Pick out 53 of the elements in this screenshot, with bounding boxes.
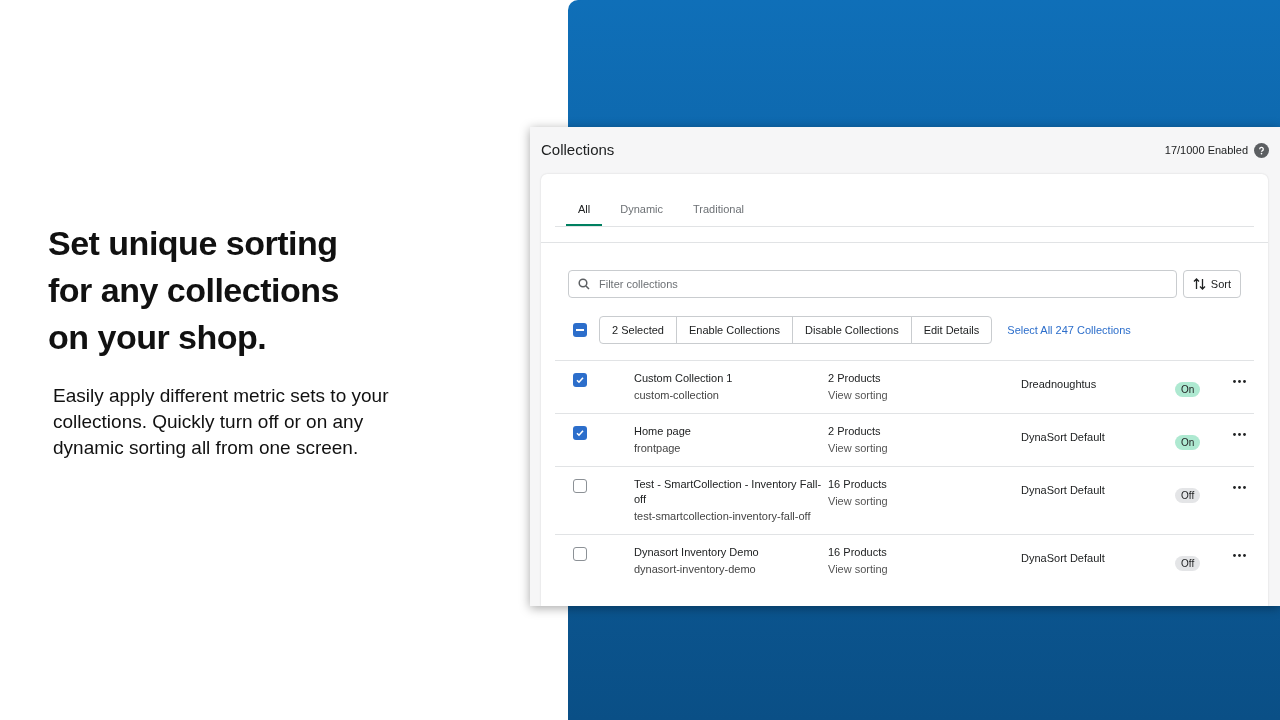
collection-name: Home page — [634, 424, 692, 439]
search-icon — [578, 278, 590, 290]
metric-set: DynaSort Default — [1021, 552, 1105, 564]
metric-set: DynaSort Default — [1021, 484, 1105, 496]
bulk-action-button[interactable]: Disable Collections — [792, 316, 912, 344]
checkbox[interactable] — [573, 323, 587, 337]
product-count: 16 Products — [828, 545, 888, 560]
checkbox[interactable] — [573, 479, 587, 493]
product-count: 2 Products — [828, 424, 882, 439]
select-all-link[interactable]: Select All 247 Collections — [1007, 321, 1131, 339]
checkmark-icon — [575, 428, 585, 438]
checkmark-icon — [575, 375, 585, 385]
sort-icon — [1192, 278, 1206, 290]
collection-name: Custom Collection 1 — [634, 371, 734, 386]
more-icon[interactable] — [1233, 486, 1246, 489]
collection-handle: test-smartcollection-inventory-fall-off — [634, 510, 812, 522]
checkbox[interactable] — [573, 547, 587, 561]
view-sorting-link[interactable]: View sorting — [828, 563, 1021, 575]
help-icon[interactable] — [1254, 143, 1269, 158]
tab[interactable]: Dynamic — [608, 194, 676, 226]
view-sorting-link[interactable]: View sorting — [828, 442, 1021, 454]
bulk-action-button[interactable]: Enable Collections — [676, 316, 794, 344]
tab[interactable]: Traditional — [681, 194, 756, 226]
status-badge: On — [1175, 382, 1201, 397]
more-icon[interactable] — [1233, 554, 1246, 557]
bulk-action-button[interactable]: Edit Details — [910, 316, 993, 344]
more-icon[interactable] — [1233, 380, 1246, 383]
product-count: 2 Products — [828, 371, 882, 386]
collection-handle: custom-collection — [634, 389, 720, 401]
view-sorting-link[interactable]: View sorting — [828, 495, 1021, 507]
bulk-action-button[interactable]: 2 Selected — [599, 316, 677, 344]
tab[interactable]: All — [566, 194, 603, 226]
checkbox[interactable] — [573, 426, 587, 440]
headline: Set unique sorting for any collections on your shop. — [48, 222, 340, 358]
sort-button[interactable]: Sort — [1182, 270, 1241, 298]
metric-set: Dreadnoughtus — [1021, 378, 1097, 390]
more-icon[interactable] — [1233, 433, 1246, 436]
status-badge: Off — [1175, 556, 1201, 571]
enabled-count: 17/1000 Enabled — [1164, 143, 1248, 159]
checkbox[interactable] — [573, 373, 587, 387]
minus-icon — [576, 329, 584, 331]
page-title: Collections — [541, 140, 615, 161]
product-count: 16 Products — [828, 477, 888, 492]
collection-handle: frontpage — [634, 442, 682, 454]
metric-set: DynaSort Default — [1021, 431, 1105, 443]
status-badge: Off — [1175, 488, 1201, 503]
status-badge: On — [1175, 435, 1201, 450]
description: Easily apply different metric sets to your collections. Quickly turn off or on any dynamic sorting all from one screen. — [53, 383, 390, 460]
collection-handle: dynasort-inventory-demo — [634, 563, 757, 575]
collection-name: Dynasort Inventory Demo — [634, 545, 760, 560]
search-field[interactable]: Filter collections — [568, 270, 1177, 298]
view-sorting-link[interactable]: View sorting — [828, 389, 1021, 401]
collection-name: Test - SmartCollection - Inventory Fall-off — [634, 477, 823, 507]
